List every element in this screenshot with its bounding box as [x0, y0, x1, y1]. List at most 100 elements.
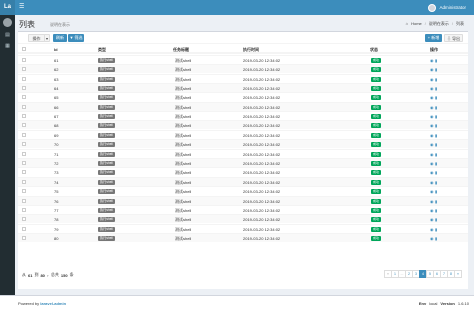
row-checkbox[interactable] [22, 95, 26, 99]
table-row: 67 执行shell 测试shell 2019-03-20 12:34:02 成功 ◉ ▮ [18, 111, 468, 120]
row-checkbox[interactable] [22, 217, 26, 221]
cell-time: 2019-03-20 12:34:02 [243, 114, 281, 119]
app-logo[interactable]: La [0, 0, 15, 15]
powered-link[interactable]: laravel-admin [40, 301, 66, 306]
row-checkbox[interactable] [22, 227, 26, 231]
view-icon[interactable]: ◉ [430, 199, 434, 204]
breadcrumb-section[interactable]: 说明在表示 [429, 21, 449, 27]
view-icon[interactable]: ◉ [430, 86, 434, 91]
view-icon[interactable]: ◉ [430, 208, 434, 213]
view-icon[interactable]: ◉ [430, 152, 434, 157]
delete-icon[interactable]: ▮ [435, 142, 438, 147]
delete-icon[interactable]: ▮ [435, 217, 438, 222]
table-row: 70 执行shell 测试shell 2019-03-20 12:34:02 成功 ◉ ▮ [18, 139, 468, 148]
delete-icon[interactable]: ▮ [435, 199, 438, 204]
cell-time: 2019-03-20 12:34:02 [243, 199, 281, 204]
export-button[interactable]: ⇩ 导出 [444, 34, 463, 42]
status-badge: 成功 [371, 85, 381, 91]
delete-icon[interactable]: ▮ [435, 114, 438, 119]
status-badge: 成功 [371, 57, 381, 63]
view-icon[interactable]: ◉ [430, 236, 434, 241]
col-id[interactable]: Id [54, 47, 58, 52]
type-badge: 执行shell [98, 169, 115, 175]
row-checkbox[interactable] [22, 170, 26, 174]
user-menu[interactable]: Administrator [428, 3, 466, 12]
delete-icon[interactable]: ▮ [435, 95, 438, 100]
cell-id: 76 [54, 199, 59, 204]
delete-icon[interactable]: ▮ [435, 189, 438, 194]
cell-id: 80 [54, 236, 59, 241]
filter-button[interactable]: ▼ 筛选 [68, 34, 84, 42]
delete-icon[interactable]: ▮ [435, 152, 438, 157]
cell-id: 65 [54, 95, 59, 100]
row-checkbox[interactable] [22, 161, 26, 165]
view-icon[interactable]: ◉ [430, 180, 434, 185]
row-checkbox[interactable] [22, 208, 26, 212]
view-icon[interactable]: ◉ [430, 161, 434, 166]
table-row: 71 执行shell 测试shell 2019-03-20 12:34:02 成功 ◉ ▮ [18, 149, 468, 158]
delete-icon[interactable]: ▮ [435, 180, 438, 185]
delete-icon[interactable]: ▮ [435, 133, 438, 138]
view-icon[interactable]: ◉ [430, 217, 434, 222]
cell-time: 2019-03-20 12:34:02 [243, 105, 281, 110]
row-checkbox[interactable] [22, 142, 26, 146]
cell-time: 2019-03-20 12:34:02 [243, 58, 281, 63]
table-row: 68 执行shell 测试shell 2019-03-20 12:34:02 成功 ◉ ▮ [18, 120, 468, 129]
row-checkbox[interactable] [22, 105, 26, 109]
row-checkbox[interactable] [22, 152, 26, 156]
row-checkbox[interactable] [22, 77, 26, 81]
row-checkbox[interactable] [22, 123, 26, 127]
row-checkbox[interactable] [22, 58, 26, 62]
table-row: 66 执行shell 测试shell 2019-03-20 12:34:02 成功 ◉ ▮ [18, 102, 468, 111]
row-checkbox[interactable] [22, 189, 26, 193]
row-checkbox[interactable] [22, 114, 26, 118]
type-badge: 执行shell [98, 226, 115, 232]
view-icon[interactable]: ◉ [430, 58, 434, 63]
delete-icon[interactable]: ▮ [435, 236, 438, 241]
view-icon[interactable]: ◉ [430, 77, 434, 82]
delete-icon[interactable]: ▮ [435, 170, 438, 175]
grid-icon[interactable]: ▦ [4, 43, 11, 50]
table-row: 64 执行shell 测试shell 2019-03-20 12:34:02 成功 ◉ ▮ [18, 83, 468, 92]
view-icon[interactable]: ◉ [430, 142, 434, 147]
delete-icon[interactable]: ▮ [435, 208, 438, 213]
view-icon[interactable]: ◉ [430, 67, 434, 72]
delete-icon[interactable]: ▮ [435, 123, 438, 128]
ops-caret-icon[interactable]: ▾ [44, 34, 50, 42]
delete-icon[interactable]: ▮ [435, 58, 438, 63]
delete-icon[interactable]: ▮ [435, 227, 438, 232]
delete-icon[interactable]: ▮ [435, 161, 438, 166]
type-badge: 执行shell [98, 235, 115, 241]
powered-by: Powered by laravel-admin [18, 301, 67, 306]
view-icon[interactable]: ◉ [430, 170, 434, 175]
select-all-checkbox[interactable] [22, 47, 26, 51]
view-icon[interactable]: ◉ [430, 105, 434, 110]
delete-icon[interactable]: ▮ [435, 86, 438, 91]
view-icon[interactable]: ◉ [430, 133, 434, 138]
view-icon[interactable]: ◉ [430, 123, 434, 128]
view-icon[interactable]: ◉ [430, 95, 434, 100]
ops-button[interactable]: 操作 [28, 34, 45, 42]
menu-icon[interactable]: ☰ [19, 4, 26, 11]
status-badge: 成功 [371, 226, 381, 232]
row-checkbox[interactable] [22, 86, 26, 90]
breadcrumb-home[interactable]: Home [411, 21, 422, 27]
row-checkbox[interactable] [22, 133, 26, 137]
view-icon[interactable]: ◉ [430, 189, 434, 194]
pagination-info: 从 61 到 80 ，总共 150 条 [22, 272, 74, 278]
breadcrumb-separator: / [424, 21, 426, 26]
row-checkbox[interactable] [22, 236, 26, 240]
user-icon[interactable]: ▤ [4, 32, 11, 39]
view-icon[interactable]: ◉ [430, 227, 434, 232]
pagination: « 1 ... 2 3 4 5 6 7 8 » [384, 270, 462, 278]
view-icon[interactable]: ◉ [430, 114, 434, 119]
row-checkbox[interactable] [22, 180, 26, 184]
delete-icon[interactable]: ▮ [435, 105, 438, 110]
row-checkbox[interactable] [22, 199, 26, 203]
delete-icon[interactable]: ▮ [435, 67, 438, 72]
refresh-button[interactable]: 刷新 [53, 34, 67, 42]
row-checkbox[interactable] [22, 67, 26, 71]
delete-icon[interactable]: ▮ [435, 77, 438, 82]
new-button[interactable]: + 新增 [425, 34, 442, 42]
page-next[interactable]: » [454, 270, 462, 278]
